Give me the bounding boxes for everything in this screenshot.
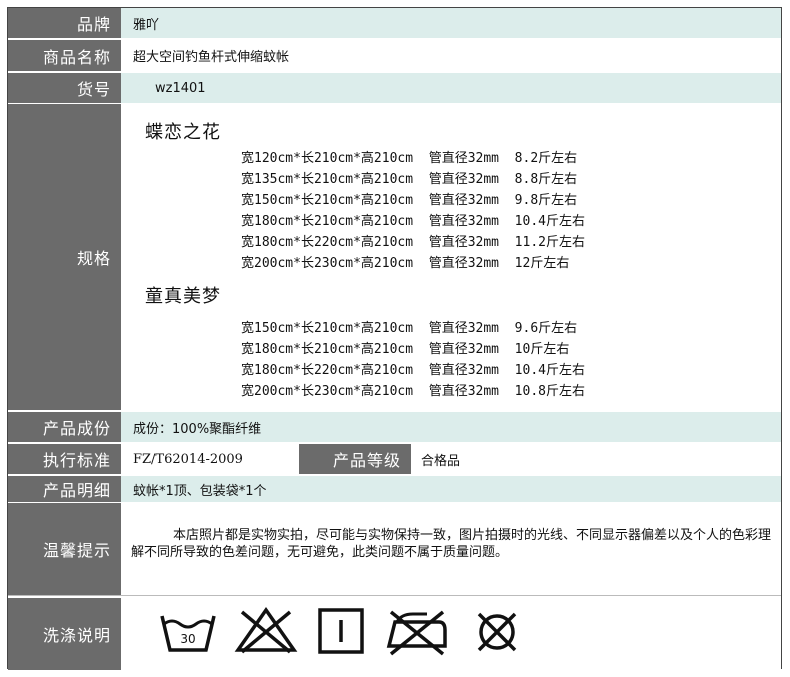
sku-value: wz1401 xyxy=(121,73,781,103)
standard-value: FZ/T62014-2009 xyxy=(121,444,297,474)
wash-label: 洗涤说明 xyxy=(8,598,121,670)
wash-30-icon: 30 xyxy=(160,615,216,652)
notice-label: 温馨提示 xyxy=(8,503,121,595)
row-divider xyxy=(8,595,781,596)
no-iron-icon xyxy=(386,610,447,656)
no-bleach-icon xyxy=(234,606,298,654)
no-dry-clean-icon xyxy=(477,612,517,652)
composition-value: 成份：100%聚酯纤维 xyxy=(121,412,781,442)
tumble-dry-icon xyxy=(318,608,364,654)
spec-line: 宽180cm*长220cm*高210cm 管直径32mm 11.2斤左右 xyxy=(241,235,585,250)
wash-temp-text: 30 xyxy=(180,632,195,646)
grade-value: 合格品 xyxy=(411,444,781,474)
spec-line: 宽150cm*长210cm*高210cm 管直径32mm 9.8斤左右 xyxy=(241,193,578,208)
spec-line: 宽120cm*长210cm*高210cm 管直径32mm 8.2斤左右 xyxy=(241,151,578,166)
name-value: 超大空间钓鱼杆式伸缩蚊帐 xyxy=(121,40,781,71)
spec-line: 宽200cm*长230cm*高210cm 管直径32mm 10.8斤左右 xyxy=(241,384,585,399)
spec-line: 宽200cm*长230cm*高210cm 管直径32mm 12斤左右 xyxy=(241,256,570,271)
spec-group-title: 蝶恋之花 xyxy=(145,122,221,143)
spec-line: 宽180cm*长220cm*高210cm 管直径32mm 10.4斤左右 xyxy=(241,363,585,378)
contents-value: 蚊帐*1顶、包装袋*1个 xyxy=(121,476,781,502)
spec-group-title: 童真美梦 xyxy=(145,286,221,307)
spec-content: 蝶恋之花 宽120cm*长210cm*高210cm 管直径32mm 8.2斤左右… xyxy=(121,104,781,410)
spec-line: 宽135cm*长210cm*高210cm 管直径32mm 8.8斤左右 xyxy=(241,172,578,187)
spec-label: 规格 xyxy=(8,104,121,410)
wash-icons: 30 xyxy=(121,598,781,670)
spec-line: 宽180cm*长210cm*高210cm 管直径32mm 10.4斤左右 xyxy=(241,214,585,229)
notice-text: 本店照片都是实物实拍，尽可能与实物保持一致，图片拍摄时的光线、不同显示器偏差以及… xyxy=(131,528,772,560)
sku-label: 货号 xyxy=(8,73,121,103)
grade-label: 产品等级 xyxy=(299,444,411,474)
name-label: 商品名称 xyxy=(8,40,121,71)
product-spec-table: 品牌 雅吖 商品名称 超大空间钓鱼杆式伸缩蚊帐 货号 wz1401 规格 蝶恋之… xyxy=(7,7,782,670)
brand-label: 品牌 xyxy=(8,8,121,38)
standard-label: 执行标准 xyxy=(8,444,121,474)
composition-label: 产品成份 xyxy=(8,412,121,442)
contents-label: 产品明细 xyxy=(8,476,121,502)
spec-line: 宽150cm*长210cm*高210cm 管直径32mm 9.6斤左右 xyxy=(241,321,578,336)
brand-value: 雅吖 xyxy=(121,8,781,38)
spec-line: 宽180cm*长210cm*高210cm 管直径32mm 10斤左右 xyxy=(241,342,570,357)
